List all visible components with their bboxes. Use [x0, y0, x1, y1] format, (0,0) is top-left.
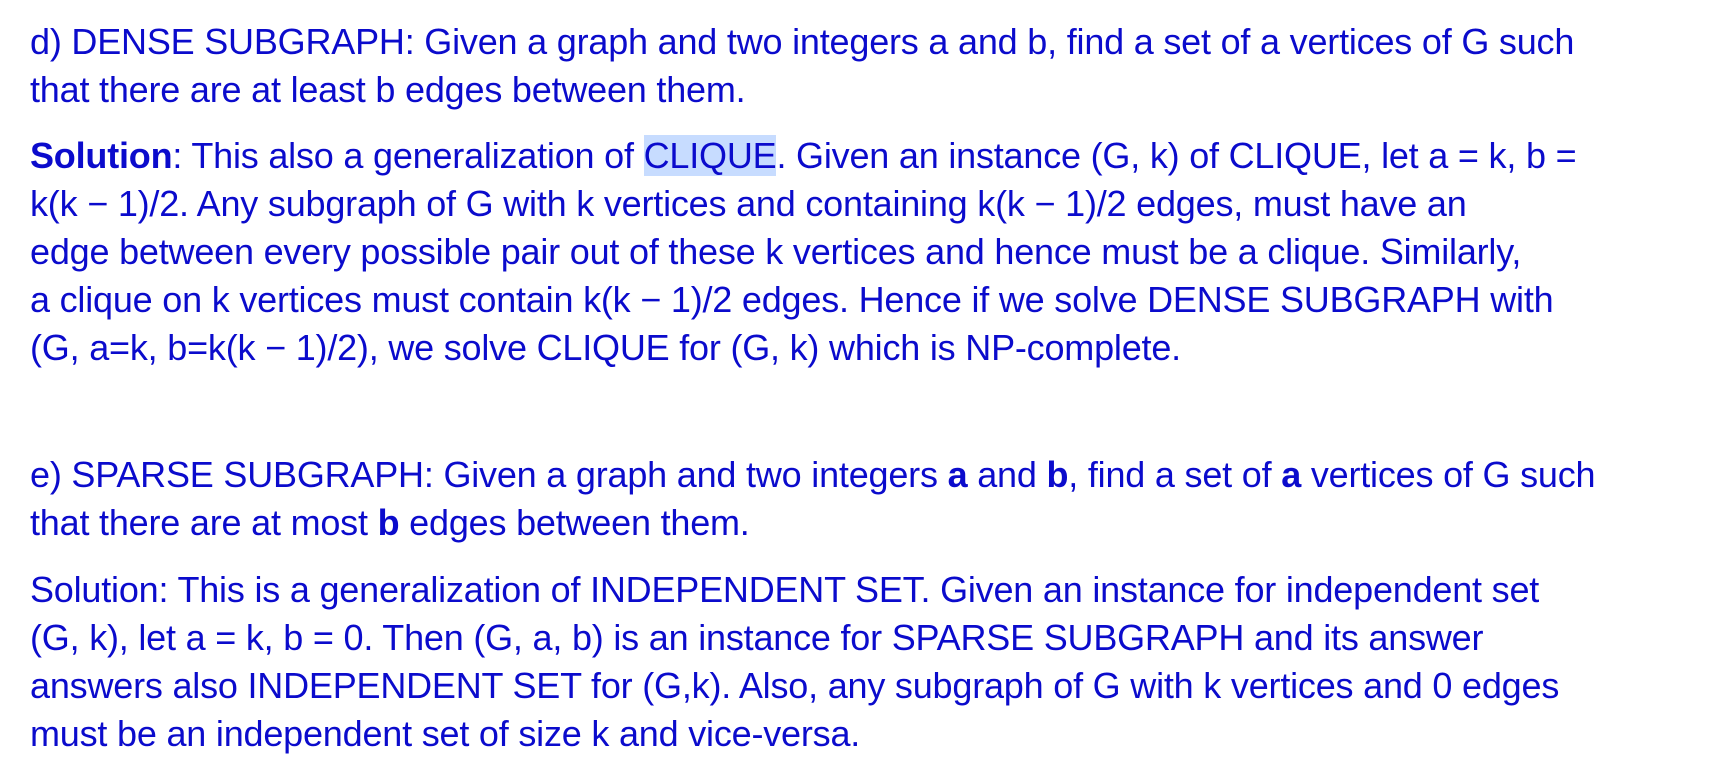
part-d-question-line-1: d) DENSE SUBGRAPH: Given a graph and two…: [30, 21, 1575, 62]
part-d-question: d) DENSE SUBGRAPH: Given a graph and two…: [30, 18, 1574, 114]
part-d-solution-line-4: a clique on k vertices must contain k(k …: [30, 279, 1554, 320]
part-d-solution-line-5: (G, a=k, b=k(k − 1)/2), we solve CLIQUE …: [30, 327, 1181, 368]
part-d-solution-text-a: : This also a generalization of: [172, 135, 644, 176]
part-e-solution-line-4: must be an independent set of size k and…: [30, 713, 861, 754]
part-e-question-text-d: vertices of G such: [1301, 454, 1596, 495]
part-e-question-line-1: e) SPARSE SUBGRAPH: Given a graph and tw…: [30, 451, 1596, 499]
bold-var-a: a: [947, 454, 968, 495]
document-page: d) DENSE SUBGRAPH: Given a graph and two…: [0, 0, 1728, 764]
solution-label: Solution: [30, 135, 173, 176]
part-e-question-text-c: , find a set of: [1068, 454, 1282, 495]
part-d-solution-line-1: Solution: This also a generalization of …: [30, 132, 1577, 180]
bold-var-b-2: b: [377, 502, 400, 543]
part-e-question-line-2: that there are at most b edges between t…: [30, 499, 1595, 547]
part-e-solution-line-3: answers also INDEPENDENT SET for (G,k). …: [30, 665, 1560, 706]
part-e-question-text-b: and: [967, 454, 1047, 495]
bold-var-b: b: [1046, 454, 1069, 495]
part-e-question-text-f: edges between them.: [399, 502, 750, 543]
selected-text-highlight[interactable]: CLIQUE: [643, 135, 777, 176]
part-d-solution-text-b: . Given an instance (G, k) of CLIQUE, le…: [776, 135, 1577, 176]
bold-var-a-2: a: [1281, 454, 1302, 495]
part-e-solution: Solution: This is a generalization of IN…: [30, 566, 1559, 758]
part-d-question-line-2: that there are at least b edges between …: [30, 69, 746, 110]
part-e-question: e) SPARSE SUBGRAPH: Given a graph and tw…: [30, 451, 1596, 547]
part-e-question-text-a: e) SPARSE SUBGRAPH: Given a graph and tw…: [30, 454, 948, 495]
part-d-solution: Solution: This also a generalization of …: [30, 132, 1577, 372]
part-e-solution-line-1: Solution: This is a generalization of IN…: [30, 569, 1540, 610]
part-d-solution-line-3: edge between every possible pair out of …: [30, 231, 1522, 272]
part-e-question-text-e: that there are at most: [30, 502, 378, 543]
part-d-solution-line-2: k(k − 1)/2. Any subgraph of G with k ver…: [30, 183, 1467, 224]
part-e-solution-line-2: (G, k), let a = k, b = 0. Then (G, a, b)…: [30, 617, 1484, 658]
